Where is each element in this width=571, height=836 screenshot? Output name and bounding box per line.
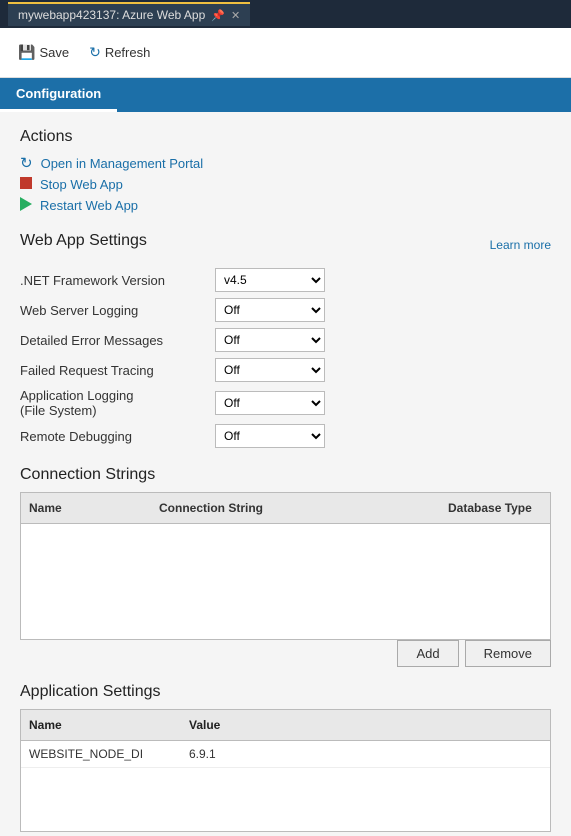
- select-remote[interactable]: OffOn: [215, 424, 325, 448]
- tab-label: Configuration: [16, 86, 101, 101]
- app-table-header: Name Value: [21, 710, 550, 741]
- label-dotnet: .NET Framework Version: [20, 273, 215, 288]
- play-green-icon: [20, 197, 32, 214]
- conn-btn-row: Add Remove: [20, 640, 551, 667]
- close-icon[interactable]: ✕: [231, 9, 240, 22]
- action-stop-label: Stop Web App: [40, 177, 123, 192]
- app-col-name-header: Name: [21, 714, 181, 736]
- app-table-body: WEBSITE_NODE_DI 6.9.1: [21, 741, 550, 831]
- label-webserver: Web Server Logging: [20, 303, 215, 318]
- action-stop-webapp[interactable]: Stop Web App: [20, 177, 551, 192]
- conn-table-body: [21, 524, 550, 639]
- select-failed[interactable]: OffOn: [215, 358, 325, 382]
- select-dotnet[interactable]: v4.5v3.5v2.0: [215, 268, 325, 292]
- actions-title: Actions: [20, 128, 551, 146]
- settings-row-applog: Application Logging(File System) OffOn: [20, 388, 551, 418]
- refresh-label: Refresh: [105, 45, 151, 60]
- tab-title: mywebapp423137: Azure Web App: [18, 8, 205, 22]
- conn-table-header: Name Connection String Database Type: [21, 493, 550, 524]
- pin-icon: 📌: [211, 9, 225, 22]
- action-open-portal[interactable]: ↻ Open in Management Portal: [20, 154, 551, 172]
- connection-strings-section: Connection Strings Name Connection Strin…: [20, 466, 551, 667]
- settings-row-webserver: Web Server Logging OffOn: [20, 298, 551, 322]
- settings-row-remote: Remote Debugging OffOn: [20, 424, 551, 448]
- settings-row-detailed: Detailed Error Messages OffOn: [20, 328, 551, 352]
- web-app-settings-section: Web App Settings Learn more .NET Framewo…: [20, 232, 551, 448]
- action-portal-label: Open in Management Portal: [41, 156, 204, 171]
- save-icon: 💾: [18, 44, 35, 61]
- action-restart-label: Restart Web App: [40, 198, 138, 213]
- label-failed: Failed Request Tracing: [20, 363, 215, 378]
- select-webserver[interactable]: OffOn: [215, 298, 325, 322]
- app-cell-value-0: 6.9.1: [181, 744, 550, 764]
- refresh-icon: ↻: [89, 44, 101, 61]
- app-row-0[interactable]: WEBSITE_NODE_DI 6.9.1: [21, 741, 550, 768]
- settings-row-dotnet: .NET Framework Version v4.5v3.5v2.0: [20, 268, 551, 292]
- connection-strings-table: Name Connection String Database Type: [20, 492, 551, 640]
- app-settings-section: Application Settings Name Value WEBSITE_…: [20, 683, 551, 836]
- main-content: Actions ↻ Open in Management Portal Stop…: [0, 112, 571, 836]
- refresh-button[interactable]: ↻ Refresh: [81, 40, 158, 65]
- app-settings-title: Application Settings: [20, 683, 551, 701]
- select-applog[interactable]: OffOn: [215, 391, 325, 415]
- settings-row-failed: Failed Request Tracing OffOn: [20, 358, 551, 382]
- label-detailed: Detailed Error Messages: [20, 333, 215, 348]
- title-bar: mywebapp423137: Azure Web App 📌 ✕: [0, 0, 571, 28]
- label-remote: Remote Debugging: [20, 429, 215, 444]
- label-applog: Application Logging(File System): [20, 388, 215, 418]
- save-button[interactable]: 💾 Save: [10, 40, 77, 65]
- app-col-value-header: Value: [181, 714, 550, 736]
- refresh-blue-icon: ↻: [20, 154, 33, 172]
- conn-remove-button[interactable]: Remove: [465, 640, 551, 667]
- col-conn-header: Connection String: [151, 497, 440, 519]
- conn-add-button[interactable]: Add: [397, 640, 458, 667]
- select-detailed[interactable]: OffOn: [215, 328, 325, 352]
- col-name-header: Name: [21, 497, 151, 519]
- stop-red-icon: [20, 177, 32, 192]
- app-settings-table: Name Value WEBSITE_NODE_DI 6.9.1: [20, 709, 551, 832]
- learn-more-link[interactable]: Learn more: [490, 238, 551, 252]
- tab-configuration[interactable]: Configuration: [0, 78, 117, 112]
- col-dbtype-header: Database Type: [440, 497, 550, 519]
- title-tab[interactable]: mywebapp423137: Azure Web App 📌 ✕: [8, 2, 250, 26]
- web-app-settings-title: Web App Settings: [20, 232, 147, 250]
- tab-bar: Configuration: [0, 78, 571, 112]
- actions-section: Actions ↻ Open in Management Portal Stop…: [20, 128, 551, 214]
- action-restart-webapp[interactable]: Restart Web App: [20, 197, 551, 214]
- app-cell-name-0: WEBSITE_NODE_DI: [21, 744, 181, 764]
- toolbar: 💾 Save ↻ Refresh: [0, 28, 571, 78]
- save-label: Save: [39, 45, 69, 60]
- connection-strings-title: Connection Strings: [20, 466, 551, 484]
